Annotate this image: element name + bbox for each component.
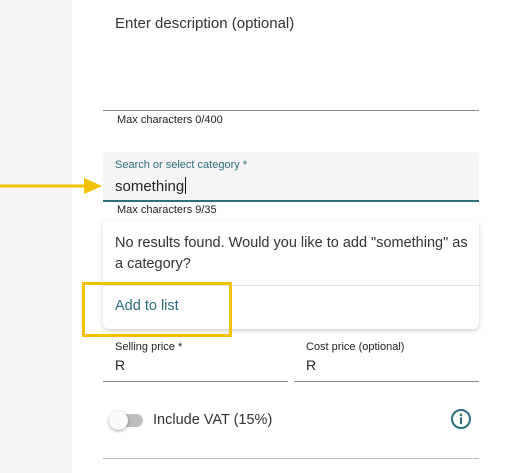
info-circle-icon[interactable] — [450, 408, 472, 430]
category-char-count: Max characters 9/35 — [117, 204, 217, 216]
selling-price-input[interactable]: Selling price * R — [103, 337, 288, 382]
annotation-highlight-box — [82, 282, 232, 337]
description-placeholder: Enter description (optional) — [115, 15, 295, 32]
selling-price-label: Selling price * — [115, 341, 183, 353]
selling-price-value: R — [115, 357, 126, 373]
text-caret — [185, 177, 187, 194]
category-input-value: something — [115, 177, 187, 195]
cost-price-input[interactable]: Cost price (optional) R — [294, 337, 479, 382]
category-field-label: Search or select category * — [115, 159, 248, 171]
category-search-input[interactable]: Search or select category * something — [103, 152, 479, 202]
cost-price-value: R — [306, 357, 317, 373]
include-vat-toggle[interactable] — [109, 411, 143, 430]
toggle-thumb — [109, 411, 128, 430]
arrow-right-icon — [0, 178, 102, 194]
include-vat-label: Include VAT (15%) — [153, 412, 273, 428]
description-textarea[interactable]: Enter description (optional) — [103, 0, 479, 111]
bottom-divider — [103, 458, 479, 459]
description-char-count: Max characters 0/400 — [117, 114, 223, 126]
no-results-message: No results found. Would you like to add … — [115, 235, 468, 272]
cost-price-label: Cost price (optional) — [306, 341, 405, 353]
